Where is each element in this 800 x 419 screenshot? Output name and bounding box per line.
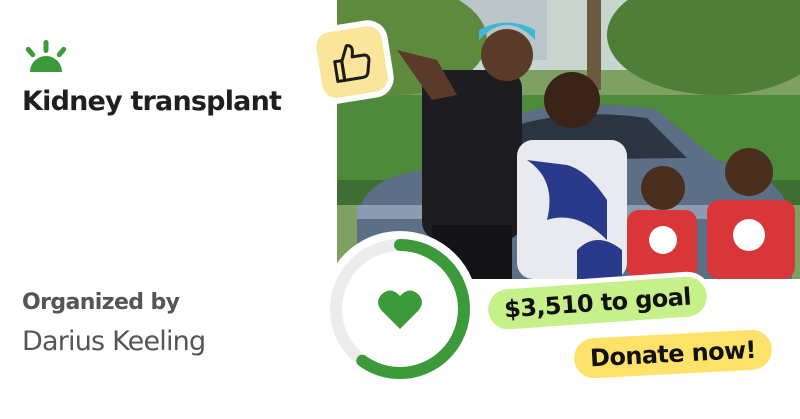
gofundme-sprout-icon bbox=[25, 40, 67, 72]
thumbs-up-badge bbox=[314, 24, 390, 100]
goal-remaining-badge: $3,510 to goal bbox=[486, 275, 709, 331]
campaign-title: Kidney transplant bbox=[22, 86, 282, 117]
organizer-label: Organized by bbox=[22, 290, 180, 315]
donate-now-button[interactable]: Donate now! bbox=[573, 328, 773, 380]
fundraiser-card[interactable]: Kidney transplant Organized by Darius Ke… bbox=[0, 0, 800, 419]
organizer-name: Darius Keeling bbox=[22, 326, 206, 357]
thumbs-up-icon bbox=[333, 44, 371, 83]
progress-ring bbox=[322, 231, 478, 387]
